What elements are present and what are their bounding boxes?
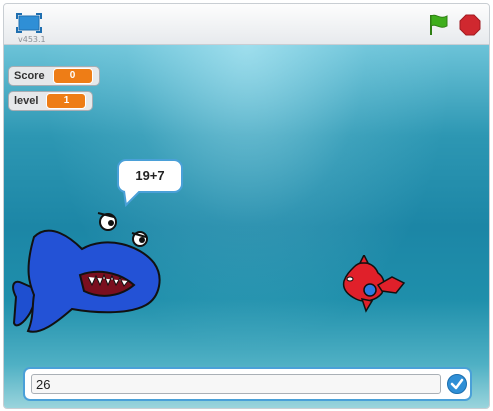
player-toolbar: v453.1 [4,4,489,45]
level-monitor: level 1 [8,91,94,111]
score-monitor-label: Score [14,70,45,82]
fullscreen-button[interactable] [16,13,42,33]
stage[interactable]: Score 0 level 1 19+7 [4,45,489,408]
score-monitor: Score 0 [8,66,100,86]
answer-prompt [23,367,472,401]
green-flag-button[interactable] [426,13,450,37]
shark-sprite[interactable] [10,205,170,337]
project-player: v453.1 Score 0 level 1 19+7 [3,3,490,409]
level-monitor-value: 1 [46,93,87,109]
speech-bubble: 19+7 [117,159,183,193]
score-monitor-value: 0 [52,68,93,84]
red-fish-sprite[interactable] [334,255,406,313]
level-monitor-label: level [14,95,39,107]
version-label: v453.1 [18,35,46,44]
fullscreen-icon [16,13,42,33]
stop-sign-icon [459,14,481,36]
checkmark-icon [450,378,464,390]
green-flag-icon [430,14,448,35]
stop-button[interactable] [459,14,481,36]
submit-answer-button[interactable] [447,374,467,394]
answer-input[interactable] [31,374,441,394]
